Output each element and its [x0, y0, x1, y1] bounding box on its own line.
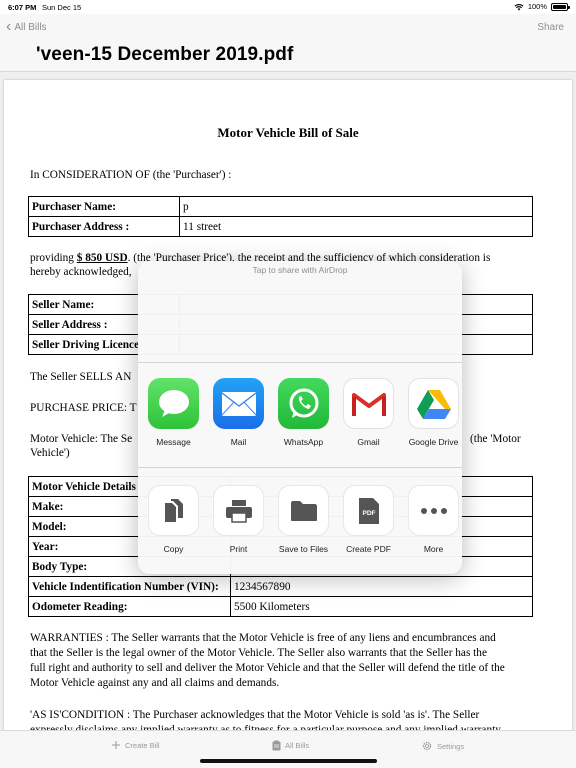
warranties-line: full right and authority to sell and del…	[30, 662, 505, 674]
share-app-mail[interactable]: Mail	[213, 378, 264, 447]
chevron-left-icon: ‹	[6, 18, 12, 35]
whatsapp-icon	[278, 378, 329, 429]
consideration-text: In CONSIDERATION OF (the 'Purchaser') :	[30, 169, 232, 181]
divider	[138, 362, 462, 363]
wifi-icon	[514, 3, 524, 10]
pdf-icon: PDF	[343, 485, 394, 536]
share-action-label: Create PDF	[346, 544, 391, 554]
print-icon	[213, 485, 264, 536]
tab-all-bills[interactable]: All Bills	[272, 740, 309, 751]
table-row: Vehicle Indentification Number (VIN): 12…	[28, 576, 533, 597]
battery-icon	[551, 2, 570, 11]
share-action-print[interactable]: Print	[213, 485, 264, 554]
back-button[interactable]: ‹ All Bills	[6, 18, 47, 35]
share-app-gmail[interactable]: Gmail	[343, 378, 394, 447]
share-action-label: Copy	[163, 544, 184, 554]
status-date: Sun Dec 15	[42, 3, 82, 12]
share-app-whatsapp[interactable]: WhatsApp	[278, 378, 329, 447]
share-app-message[interactable]: Message	[148, 378, 199, 447]
share-app-label: Google Drive	[408, 437, 459, 447]
airdrop-hint[interactable]: Tap to share with AirDrop	[138, 265, 462, 275]
copy-icon	[148, 485, 199, 536]
tab-label: All Bills	[285, 741, 310, 750]
share-actions-row: Copy Print Save to Files PDF Create PDF …	[148, 485, 459, 554]
table-key: Purchaser Address :	[28, 216, 180, 237]
purchase-price: $ 850 USD	[76, 252, 128, 264]
share-app-label: Message	[156, 437, 191, 447]
table-row: Purchaser Address : 11 street	[28, 216, 533, 237]
share-app-label: Mail	[230, 437, 247, 447]
share-action-more[interactable]: More	[408, 485, 459, 554]
plus-icon	[112, 741, 120, 749]
navigation-bar: ‹ All Bills Share 'veen-15 December 2019…	[0, 14, 576, 72]
table-key: Vehicle Indentification Number (VIN):	[28, 576, 231, 597]
purchaser-table: Purchaser Name: p Purchaser Address : 11…	[28, 196, 533, 237]
tab-settings[interactable]: Settings	[421, 740, 464, 752]
page-title: 'veen-15 December 2019.pdf	[36, 44, 294, 65]
share-apps-row: Message Mail WhatsApp Gmail Google Drive	[148, 378, 459, 447]
document-title: Motor Vehicle Bill of Sale	[217, 125, 359, 140]
tab-label: Settings	[437, 741, 465, 751]
table-row: Purchaser Name: p	[28, 196, 533, 217]
table-value: 11 street	[179, 216, 533, 237]
clipboard-icon	[272, 740, 281, 751]
share-app-label: WhatsApp	[283, 437, 324, 447]
as-is-line: 'AS IS'CONDITION : The Purchaser acknowl…	[30, 709, 480, 721]
share-app-label: Gmail	[357, 437, 380, 447]
motor-vehicle-suffix: (the 'Motor	[470, 433, 521, 445]
battery-percent: 100%	[527, 2, 547, 11]
share-action-label: Print	[229, 544, 248, 554]
share-sheet: Tap to share with AirDrop Message Mail W…	[138, 261, 462, 574]
table-value: 1234567890	[230, 576, 533, 597]
warranties-line: WARRANTIES : The Seller warrants that th…	[30, 632, 496, 644]
back-label: All Bills	[14, 21, 47, 33]
gear-icon	[422, 741, 432, 751]
warranties-line: Motor Vehicle against any and all claims…	[30, 677, 280, 689]
divider	[138, 467, 462, 468]
messages-icon	[148, 378, 199, 429]
tab-label: Create Bill	[125, 740, 160, 750]
share-action-copy[interactable]: Copy	[148, 485, 199, 554]
mail-icon	[213, 378, 264, 429]
gmail-icon	[343, 378, 394, 429]
svg-text:PDF: PDF	[362, 510, 375, 517]
share-app-google-drive[interactable]: Google Drive	[408, 378, 459, 447]
share-action-label: Save to Files	[278, 544, 329, 554]
table-value: 5500 Kilometers	[230, 596, 533, 617]
status-time: 6:07 PM	[8, 3, 37, 12]
status-bar: 6:07 PM Sun Dec 15 100%	[0, 0, 576, 14]
table-row: Odometer Reading: 5500 Kilometers	[28, 596, 533, 617]
table-value: p	[179, 196, 533, 217]
google-drive-icon	[408, 378, 459, 429]
tab-create-bill[interactable]: Create Bill	[111, 740, 160, 750]
warranties-line: that the Seller is the legal owner of th…	[30, 647, 487, 659]
share-action-create-pdf[interactable]: PDF Create PDF	[343, 485, 394, 554]
home-indicator[interactable]	[200, 759, 377, 763]
table-key: Odometer Reading:	[28, 596, 231, 617]
table-key: Purchaser Name:	[28, 196, 180, 217]
providing-prefix: providing	[30, 252, 77, 264]
share-action-save-to-files[interactable]: Save to Files	[278, 485, 329, 554]
folder-icon	[278, 485, 329, 536]
more-icon	[408, 485, 459, 536]
share-action-label: More	[423, 544, 444, 554]
share-button[interactable]: Share	[537, 22, 564, 33]
